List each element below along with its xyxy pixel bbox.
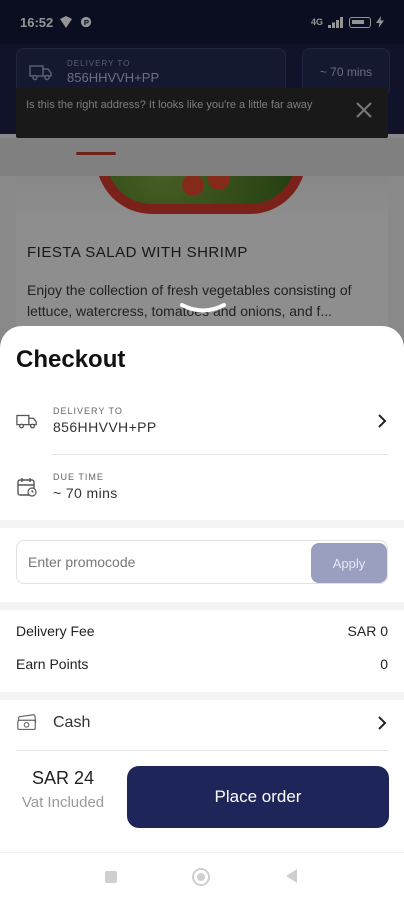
truck-icon xyxy=(16,414,37,429)
total-amount: SAR 24 xyxy=(31,768,95,788)
section-separator xyxy=(0,520,404,528)
divider xyxy=(16,750,388,751)
vat-note: Vat Included xyxy=(21,794,105,811)
android-nav-bar xyxy=(0,852,404,900)
delivery-address: 856HHVVH+PP xyxy=(53,419,157,435)
checkout-title: Checkout xyxy=(16,346,126,373)
checkout-sheet: Checkout DELIVERY TO 856HHVVH+PP DUE TIM… xyxy=(0,326,404,900)
earn-points-row: Earn Points 0 xyxy=(16,656,388,672)
calendar-icon xyxy=(17,477,37,497)
delivery-label: DELIVERY TO xyxy=(53,406,123,416)
due-time-label: DUE TIME xyxy=(53,472,104,482)
checkout-footer: SAR 24 Vat Included Place order xyxy=(0,758,404,836)
home-icon[interactable] xyxy=(192,868,210,886)
chevron-right-icon xyxy=(378,413,387,428)
due-time-value: ~ 70 mins xyxy=(53,485,118,501)
promo-box: Apply xyxy=(16,540,388,584)
earn-points-value: 0 xyxy=(380,656,388,672)
promocode-input[interactable] xyxy=(17,542,307,582)
delivery-fee-value: SAR 0 xyxy=(347,623,388,639)
delivery-fee-row: Delivery Fee SAR 0 xyxy=(16,623,388,639)
delivery-address-row[interactable]: DELIVERY TO 856HHVVH+PP xyxy=(16,406,388,435)
divider xyxy=(52,454,388,455)
recents-icon[interactable] xyxy=(105,871,117,883)
delivery-fee-label: Delivery Fee xyxy=(16,623,95,639)
section-separator xyxy=(0,692,404,700)
section-separator xyxy=(0,602,404,610)
earn-points-label: Earn Points xyxy=(16,656,89,672)
order-total: SAR 24 Vat Included xyxy=(16,768,110,811)
payment-method-row[interactable]: Cash xyxy=(16,710,388,736)
place-order-button[interactable]: Place order xyxy=(127,766,389,828)
sheet-grab-handle-icon[interactable] xyxy=(179,302,227,316)
back-icon[interactable] xyxy=(286,869,297,883)
chevron-right-icon xyxy=(378,716,387,730)
apply-button[interactable]: Apply xyxy=(311,543,387,583)
cash-icon xyxy=(17,714,37,731)
due-time-row: DUE TIME ~ 70 mins xyxy=(16,472,388,501)
payment-method-label: Cash xyxy=(53,714,91,731)
